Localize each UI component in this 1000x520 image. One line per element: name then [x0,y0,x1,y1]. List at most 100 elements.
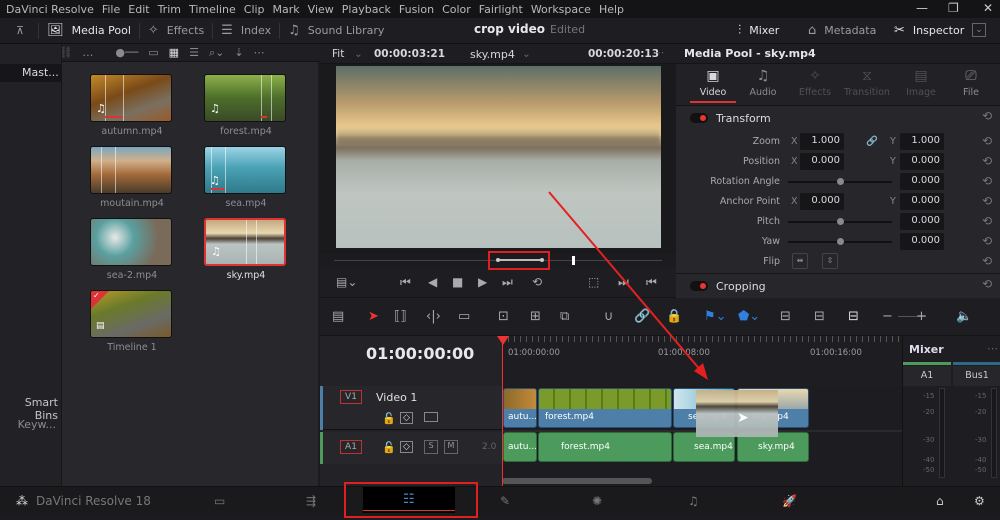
tab-video[interactable]: ▣ Video [688,68,738,103]
overwrite-clip-icon[interactable]: ⊞ [530,309,541,324]
timeline-ruler[interactable]: 01:00:00:00 01:00:08:00 01:00:16:00 [502,336,902,386]
options-icon[interactable]: ⋯ [254,46,265,59]
reset-icon[interactable]: ⟲ [982,234,992,248]
position-y-field[interactable]: 0.000 [900,153,944,170]
effects-button[interactable]: ✧ Effects [140,18,212,43]
menu-fairlight[interactable]: Fairlight [479,3,523,16]
track-name[interactable]: Video 1 [376,391,417,404]
auto-select-icon[interactable]: ◇ [400,441,413,453]
master-bin[interactable]: Mast... [0,64,62,82]
menu-file[interactable]: File [102,3,120,16]
clip-name-dropdown[interactable]: sky.mp4 [470,48,515,61]
reset-icon[interactable]: ⟲ [982,277,992,291]
restore-button[interactable]: ❐ [948,1,959,15]
reset-icon[interactable]: ⟲ [982,214,992,228]
reset-icon[interactable]: ⟲ [982,194,992,208]
play-reverse-button[interactable]: ◀ [428,275,437,289]
menu-color[interactable]: Color [442,3,471,16]
flip-vertical-button[interactable]: ⇳ [822,253,838,269]
menu-help[interactable]: Help [599,3,624,16]
stop-button[interactable]: ■ [452,275,463,289]
mixer-button[interactable]: ⫶ Mixer [730,18,787,43]
zoom-y-field[interactable]: 1.000 [900,133,944,150]
menu-clip[interactable]: Clip [244,3,265,16]
sound-library-button[interactable]: ♫ Sound Library [280,18,392,43]
playhead[interactable] [502,336,503,486]
grid-view-icon[interactable]: ▦ [169,46,179,59]
playhead-marker[interactable] [572,256,575,265]
yaw-field[interactable]: 0.000 [900,233,944,250]
metadata-button[interactable]: ⌂ Metadata [800,18,884,43]
index-button[interactable]: ☰ Index [213,18,279,43]
media-clip-selected[interactable]: ♫ sky.mp4 [204,218,288,281]
settings-gear-icon[interactable]: ⚙ [974,494,985,508]
blade-tool-icon[interactable]: ▭ [458,309,470,324]
track-id-badge[interactable]: V1 [340,390,362,404]
custom-zoom-icon[interactable]: ⊟ [848,309,859,324]
menu-mark[interactable]: Mark [273,3,300,16]
minimize-button[interactable]: — [916,1,928,15]
transform-toggle[interactable] [690,113,708,123]
position-x-field[interactable]: 0.000 [800,153,844,170]
tab-transition[interactable]: ⧖ Transition [842,68,892,98]
video-preview[interactable] [336,66,661,248]
home-icon[interactable]: ⌂ [936,494,944,508]
media-clip[interactable]: sea-2.mp4 [90,218,174,281]
menu-view[interactable]: View [308,3,334,16]
jump-to-start-button[interactable]: ⏮ [400,275,411,290]
rotation-slider[interactable] [788,178,892,185]
play-button[interactable]: ▶ [478,275,487,289]
replace-clip-icon[interactable]: ⧉ [560,309,569,324]
more-icon[interactable]: … [82,46,93,59]
timeline-audio-clip[interactable]: forest.mp4 [538,432,672,462]
match-frame-button[interactable]: ⬚ [588,275,599,289]
menu-edit[interactable]: Edit [128,3,149,16]
deliver-page-icon[interactable]: 🚀 [782,494,797,508]
selection-tool-icon[interactable]: ➤ [368,309,379,324]
jump-to-end-button[interactable]: ⏭ [502,275,513,290]
insert-clip-icon[interactable]: ⊡ [498,309,509,324]
pitch-field[interactable]: 0.000 [900,213,944,230]
menu-workspace[interactable]: Workspace [531,3,591,16]
dynamic-trim-icon[interactable]: ‹|› [426,309,441,324]
list-view-icon[interactable]: ☰ [189,46,199,59]
lock-icon[interactable]: 🔓 [382,441,396,454]
track-id-badge[interactable]: A1 [340,440,362,454]
fusion-page-icon[interactable]: ✎ [500,494,510,508]
fairlight-page-icon[interactable]: ♫ [688,494,699,508]
viewer-mode-icon[interactable]: ▤⌄ [336,275,357,289]
zoom-x-field[interactable]: 1.000 [800,133,844,150]
cut-page-icon[interactable]: ⇶ [306,494,316,508]
playhead-handle[interactable] [497,336,509,345]
tab-image[interactable]: ▤ Image [896,68,946,98]
menu-trim[interactable]: Trim [158,3,181,16]
zoom-out-icon[interactable]: − [882,309,893,324]
timeline-video-clip[interactable]: forest.mp4 [538,388,672,428]
thumbnail-size-slider[interactable]: ●── [115,46,138,59]
detail-zoom-icon[interactable]: ⊟ [814,309,825,324]
tab-effects[interactable]: ✧ Effects [790,68,840,98]
reset-icon[interactable]: ⟲ [982,154,992,168]
flip-horizontal-button[interactable]: ⇹ [792,253,808,269]
rotation-field[interactable]: 0.000 [900,173,944,190]
keywords-bin[interactable]: Keyw... [0,418,62,431]
speaker-icon[interactable]: 🔈 [956,309,972,324]
more-options-icon[interactable]: ⋯ [987,342,998,355]
search-icon[interactable]: ⌕⌄ [209,46,224,60]
media-pool-button[interactable]: 🖼 Media Pool [39,18,139,43]
lock-icon[interactable]: 🔓 [382,412,396,425]
timeline-view-options-icon[interactable]: ▤ [332,309,344,324]
timeline-scrollbar[interactable] [502,478,652,484]
tab-file[interactable]: ⎚ File [946,68,996,98]
media-clip[interactable]: ♫ forest.mp4 [204,74,288,137]
zoom-fit-dropdown[interactable]: Fit [332,48,344,60]
mute-button[interactable]: M [444,440,458,454]
link-icon[interactable]: 🔗 [866,136,878,147]
anchor-x-field[interactable]: 0.000 [800,193,844,210]
menu-timeline[interactable]: Timeline [189,3,236,16]
solo-button[interactable]: S [424,440,438,454]
full-extent-zoom-icon[interactable]: ⊟ [780,309,791,324]
cropping-toggle[interactable] [690,281,708,291]
transform-section[interactable]: Transform ⟲ [676,108,1000,130]
reset-icon[interactable]: ⟲ [982,134,992,148]
